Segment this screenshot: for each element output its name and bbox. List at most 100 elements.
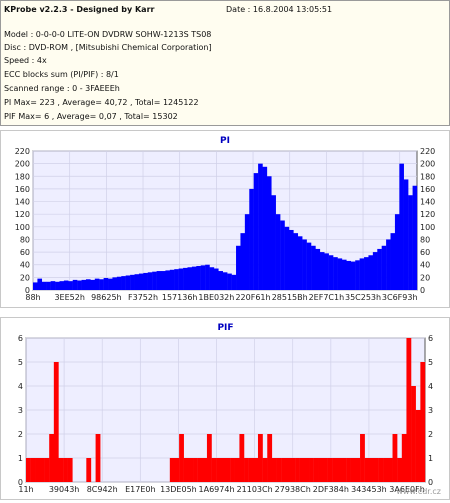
pif-bar	[244, 458, 249, 482]
pif-bar	[411, 386, 416, 482]
pi-bar	[169, 269, 175, 290]
pi-bar	[94, 278, 100, 290]
pif-ytick-right: 2	[428, 430, 433, 439]
pi-bar	[81, 279, 87, 290]
pi-xtick: 157136h	[162, 293, 198, 302]
pif-bar	[95, 434, 101, 482]
pif-chart: PIF0 01 12 23 34 45 56 611h 39043h 8C942h E17E0h 13…	[18, 323, 441, 496]
pif-bar	[318, 458, 324, 482]
pi-ytick-left: 180	[15, 172, 30, 181]
pif-bar	[35, 458, 41, 482]
pi-bar	[165, 270, 171, 290]
pif-bar	[202, 458, 208, 482]
pif-bar	[383, 458, 389, 482]
pi-bar	[121, 276, 126, 290]
pif-bar	[253, 458, 259, 482]
pif-bar	[309, 458, 314, 482]
pif-bar	[179, 434, 184, 482]
pi-bar	[368, 255, 374, 290]
pif-bar	[373, 458, 379, 482]
pi-bar	[191, 266, 197, 290]
pi-ytick-left: 100	[15, 223, 30, 232]
pi-xtick: 1BE032h	[198, 293, 234, 302]
pi-bar	[372, 252, 378, 290]
pif-xtick: 27938Ch	[275, 485, 311, 494]
pi-bar	[240, 233, 246, 290]
pi-bar	[161, 271, 166, 290]
pif-bar	[341, 458, 347, 482]
pif-bar	[188, 458, 194, 482]
pi-bar	[103, 277, 109, 290]
pif-ytick-left: 5	[18, 358, 23, 367]
pi-ytick-right: 40	[420, 261, 430, 270]
pi-ytick-left: 80	[20, 235, 30, 244]
pi-bar	[377, 248, 382, 290]
app-title: KProbe v2.2.3 - Designed by Karr	[4, 5, 155, 14]
pif-bar	[420, 362, 426, 482]
pif-bar	[216, 458, 222, 482]
pi-bar	[346, 260, 351, 290]
pif-xtick: 343453h	[351, 485, 387, 494]
pif-bar	[290, 458, 296, 482]
pi-ytick-left: 60	[20, 248, 30, 257]
pif-ytick-right: 4	[428, 382, 433, 391]
pi-ytick-right: 0	[420, 286, 425, 295]
pif-bar	[364, 458, 370, 482]
pi-bar	[178, 268, 184, 290]
pi-bar	[319, 252, 325, 290]
kprobe-window: KProbe v2.2.3 - Designed by Karr Date : …	[0, 0, 450, 500]
pi-ytick-left: 40	[20, 261, 30, 270]
pi-bar	[337, 258, 343, 290]
pif-bar	[174, 458, 180, 482]
pi-bar	[41, 281, 47, 290]
pi-bar	[306, 242, 312, 290]
pif-bar	[257, 434, 263, 482]
pi-bar	[213, 268, 219, 290]
pif-bar	[58, 458, 64, 482]
pi-ytick-right: 20	[420, 273, 430, 282]
pif-bar	[346, 458, 351, 482]
pif-bar	[415, 410, 421, 482]
pif-bar	[355, 458, 361, 482]
pi-bar	[289, 229, 294, 290]
info-speed: Speed : 4x	[4, 56, 47, 65]
pif-ytick-left: 1	[18, 454, 23, 463]
pi-xtick: 3EE52h	[54, 293, 84, 302]
pif-bar	[39, 458, 45, 482]
pi-chart-panel: PI 0 0 20 20 40 40 60 60 80 80 100 100 120 120 140 140 16…	[0, 130, 450, 308]
info-model: Model : 0-0-0-0 LITE-ON DVDRW SOHW-1213S…	[4, 30, 212, 39]
pif-bar	[267, 434, 273, 482]
info-ecc-sum: ECC blocks sum (PI/PIF) : 8/1	[4, 70, 119, 79]
pif-bar	[276, 458, 282, 482]
pif-bar	[281, 458, 287, 482]
pi-bar	[90, 279, 95, 290]
pi-xtick: 88h	[25, 293, 40, 302]
pif-bar	[327, 458, 333, 482]
pif-bar	[369, 458, 375, 482]
pif-bar	[322, 458, 328, 482]
pif-ytick-left: 6	[18, 334, 23, 343]
pi-bar	[108, 278, 113, 290]
pi-bar	[275, 214, 281, 290]
pif-bar	[332, 458, 338, 482]
pi-bar	[390, 233, 396, 290]
pif-xtick: E17E0h	[125, 485, 155, 494]
pi-chart-title: PI	[220, 136, 230, 146]
pif-bar	[169, 458, 175, 482]
pi-bar	[55, 281, 60, 290]
pif-bar	[295, 458, 300, 482]
pif-ytick-right: 0	[428, 478, 433, 487]
pif-xtick: 39043h	[49, 485, 80, 494]
pi-chart: PI0 020 2040 4060 6080 80100 100120 120140 14016…	[15, 136, 436, 302]
watermark: www.cdr.cz	[396, 487, 441, 496]
pi-bar	[37, 278, 43, 290]
pif-bar	[248, 458, 254, 482]
pi-ytick-left: 120	[15, 210, 30, 219]
pif-chart-title: PIF	[217, 323, 233, 333]
info-pi-stats: PI Max= 223 , Average= 40,72 , Total= 12…	[4, 98, 199, 107]
pi-ytick-right: 140	[420, 198, 435, 207]
pif-bar	[360, 434, 365, 482]
pi-bar	[293, 233, 299, 290]
pif-bar	[211, 458, 217, 482]
pi-bar	[63, 280, 69, 290]
